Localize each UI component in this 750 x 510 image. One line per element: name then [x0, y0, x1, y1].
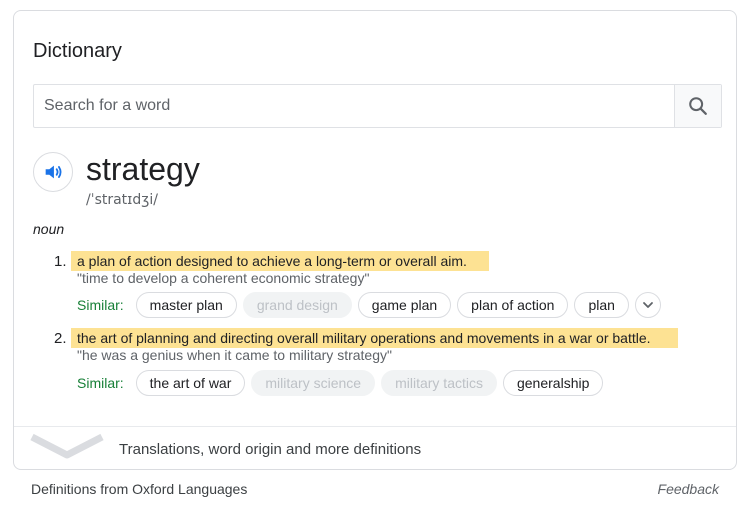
feedback-link[interactable]: Feedback: [658, 481, 719, 497]
part-of-speech: noun: [33, 221, 65, 237]
source-attribution: Definitions from Oxford Languages: [31, 481, 248, 497]
phonetic-spelling: /ˈstratɪdʒi/: [86, 192, 158, 208]
similar-chip[interactable]: plan of action: [457, 292, 569, 318]
search-icon: [689, 97, 707, 115]
pronunciation-button[interactable]: [33, 152, 73, 192]
definition-number: 2.: [54, 330, 67, 347]
speaker-icon: [45, 165, 62, 179]
headword: strategy: [86, 151, 200, 187]
search-bar: [33, 84, 722, 128]
definition-example: "time to develop a coherent economic str…: [77, 270, 370, 286]
similar-label: Similar:: [77, 375, 124, 391]
more-similar-button[interactable]: [634, 292, 661, 318]
chevron-down-icon: [643, 302, 653, 308]
more-definitions-label: Translations, word origin and more defin…: [119, 441, 422, 458]
similar-chip[interactable]: military tactics: [381, 370, 497, 396]
definition-text: a plan of action designed to achieve a l…: [71, 251, 489, 271]
similar-chip[interactable]: generalship: [502, 370, 604, 396]
similar-chip[interactable]: military science: [251, 370, 376, 396]
definition-number: 1.: [54, 253, 67, 270]
similar-chip[interactable]: the art of war: [135, 370, 246, 396]
similar-label: Similar:: [77, 297, 124, 313]
similar-chip[interactable]: grand design: [242, 292, 352, 318]
card-title: Dictionary: [33, 40, 122, 62]
similar-chip[interactable]: master plan: [135, 292, 237, 318]
similar-words-row: Similar: master plan grand design game p…: [77, 292, 661, 318]
search-input[interactable]: [34, 85, 674, 127]
similar-words-row: Similar: the art of war military science…: [77, 370, 604, 396]
definition-example: "he was a genius when it came to militar…: [77, 347, 392, 363]
definition-text: the art of planning and directing overal…: [71, 328, 678, 348]
dictionary-card: Dictionary strategy /ˈstratɪdʒi/ noun 1.…: [13, 10, 737, 470]
similar-chip[interactable]: plan: [574, 292, 629, 318]
more-definitions-row[interactable]: Translations, word origin and more defin…: [14, 427, 736, 471]
search-button[interactable]: [674, 85, 721, 127]
similar-chip[interactable]: game plan: [357, 292, 452, 318]
expand-chevron-icon: [30, 433, 104, 459]
